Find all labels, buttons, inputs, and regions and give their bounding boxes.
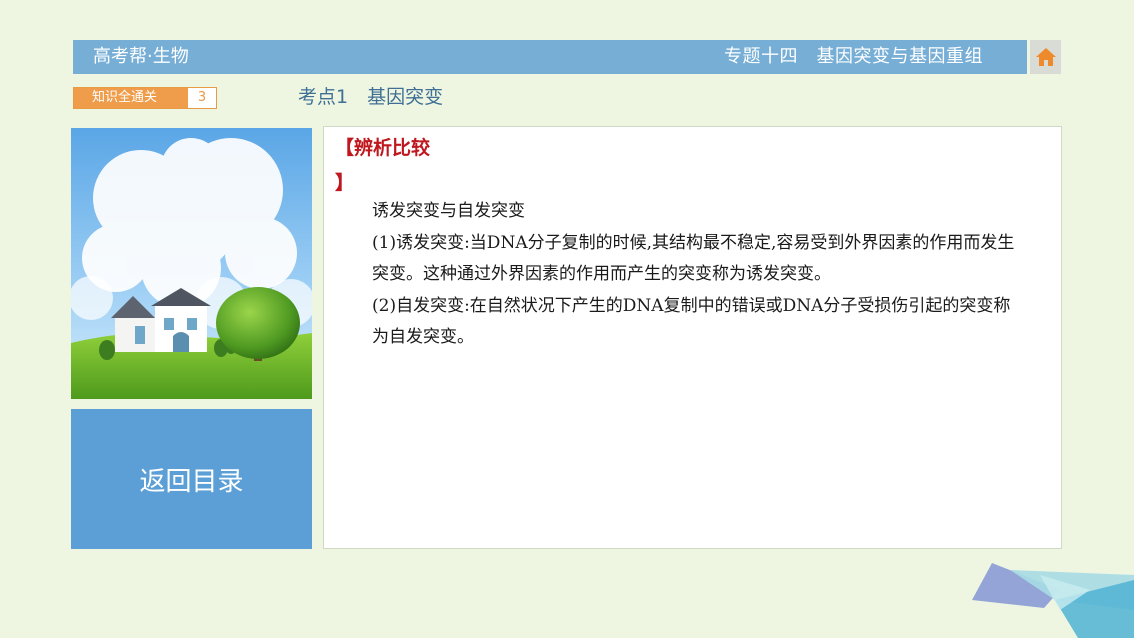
section-title: 考点1 基因突变	[298, 86, 444, 108]
return-to-contents-button[interactable]: 返回目录	[71, 409, 312, 549]
content-line: (2)自发突变:在自然状况下产生的DNA复制中的错误或DNA分子受损伤引起的突变…	[372, 295, 1011, 316]
house-landscape-image	[71, 128, 312, 399]
topic-title: 专题十四 基因突变与基因重组	[724, 46, 983, 67]
content-line: (1)诱发突变:当DNA分子复制的时候,其结构最不稳定,容易受到外界因素的作用而…	[372, 232, 1015, 253]
content-line: 诱发突变与自发突变	[372, 201, 525, 221]
tag-label: 知识全通关	[74, 88, 188, 108]
course-title: 高考帮·生物	[93, 46, 189, 67]
content-heading: 【辨析比较	[335, 137, 431, 159]
content-line: 为自发突变。	[372, 327, 474, 347]
home-button[interactable]	[1030, 40, 1061, 74]
header-bar: 高考帮·生物 专题十四 基因突变与基因重组	[73, 40, 1027, 74]
knowledge-tag: 知识全通关 3	[73, 87, 217, 109]
content-body: 诱发突变与自发突变 (1)诱发突变:当DNA分子复制的时候,其结构最不稳定,容易…	[372, 196, 1032, 354]
home-icon	[1035, 48, 1056, 66]
content-heading-close: 】	[335, 172, 355, 194]
tag-number: 3	[197, 90, 207, 105]
content-line: 突变。这种通过外界因素的作用而产生的突变称为诱发突变。	[372, 264, 831, 284]
